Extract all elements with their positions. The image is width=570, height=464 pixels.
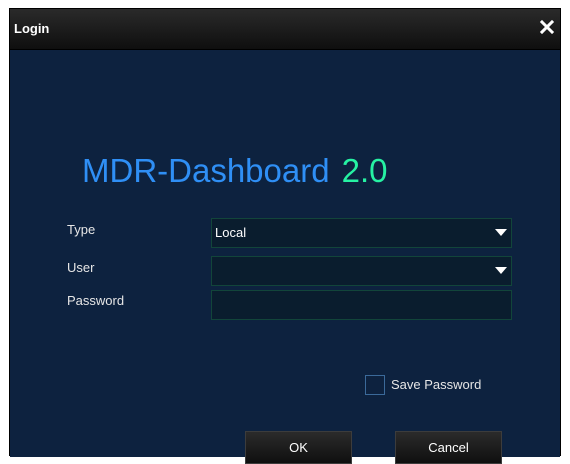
user-label: User <box>67 260 95 275</box>
brand-version: 2.0 <box>341 152 388 189</box>
type-value: Local <box>215 225 247 240</box>
brand-title: MDR-Dashboard 2.0 <box>82 152 387 190</box>
type-select[interactable]: Local <box>211 218 512 248</box>
type-dropdown-button[interactable] <box>490 219 511 247</box>
close-button[interactable] <box>534 9 560 49</box>
password-field[interactable] <box>211 290 512 320</box>
password-label: Password <box>67 293 125 308</box>
save-password-label[interactable]: Save Password <box>391 377 481 392</box>
ok-button[interactable]: OK <box>245 431 352 464</box>
title-bar: Login <box>10 9 560 50</box>
type-label: Type <box>67 222 96 237</box>
close-icon <box>539 19 555 39</box>
cancel-button[interactable]: Cancel <box>395 431 502 464</box>
chevron-down-icon <box>494 224 507 242</box>
chevron-down-icon <box>494 262 507 280</box>
brand-name: MDR-Dashboard <box>82 152 330 189</box>
login-panel: MDR-Dashboard 2.0 Type Local User Passwor… <box>10 50 560 464</box>
save-password-checkbox[interactable] <box>365 375 385 395</box>
window-title: Login <box>14 21 50 36</box>
user-dropdown-button[interactable] <box>490 257 511 285</box>
login-dialog: Login MDR-Dashboard 2.0 Type Local User <box>9 8 561 464</box>
user-select[interactable] <box>211 256 512 286</box>
